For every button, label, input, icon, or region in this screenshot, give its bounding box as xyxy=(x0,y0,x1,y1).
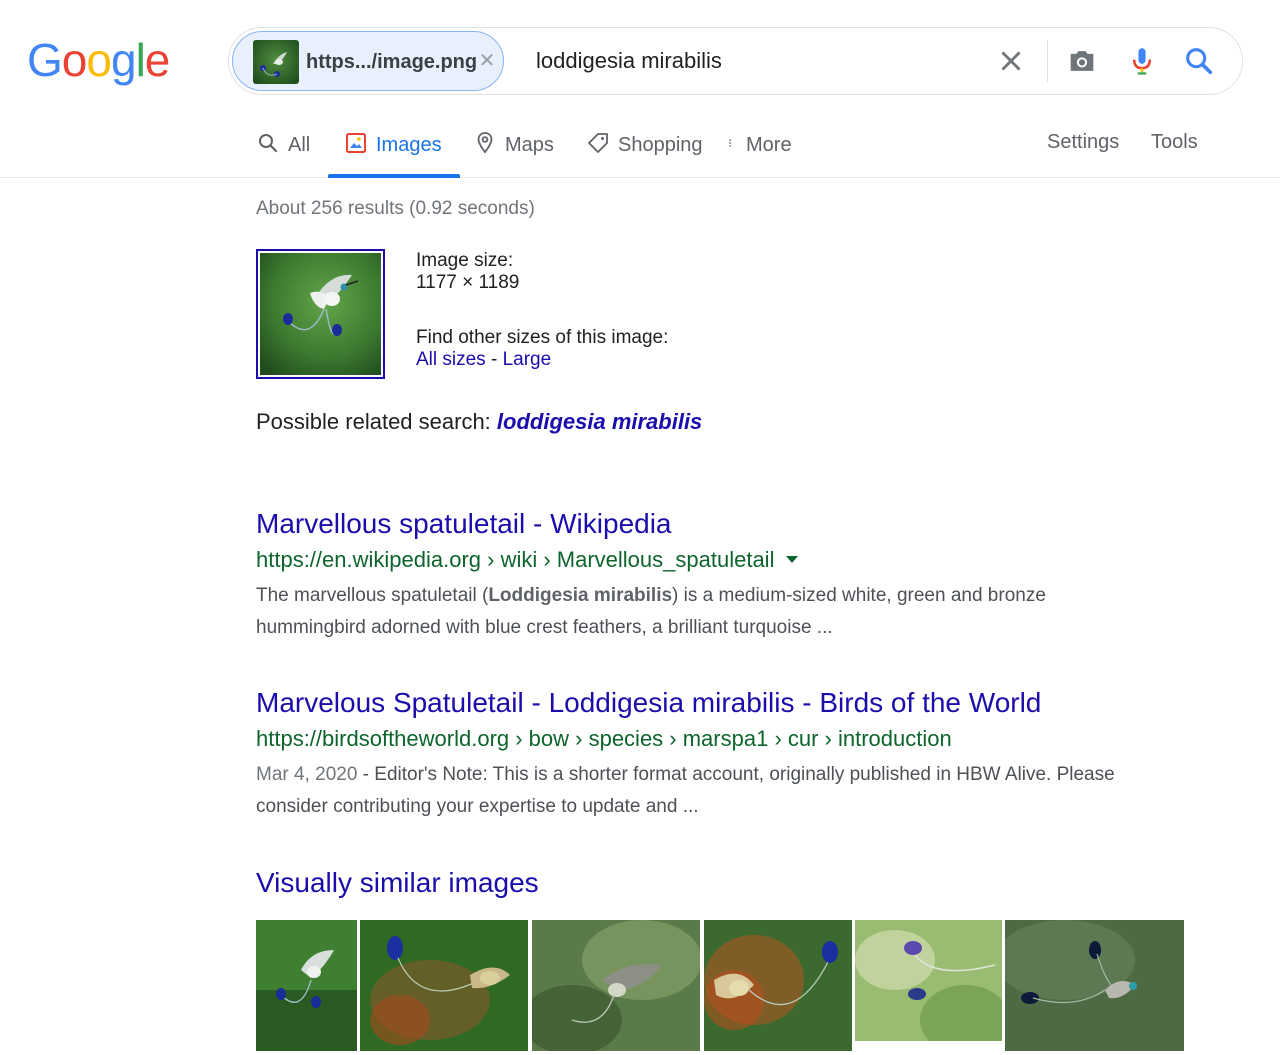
search-input[interactable] xyxy=(536,46,976,76)
camera-icon[interactable] xyxy=(1065,44,1099,78)
search-result: Marvellous spatuletail - Wikipedia https… xyxy=(256,507,1156,644)
all-sizes-link[interactable]: All sizes xyxy=(416,349,486,370)
large-size-link[interactable]: Large xyxy=(503,349,552,370)
result-stats: About 256 results (0.92 seconds) xyxy=(256,198,535,219)
tab-label: More xyxy=(746,134,792,156)
tab-images[interactable]: Images xyxy=(328,110,460,178)
result-date: Mar 4, 2020 xyxy=(256,764,358,785)
google-logo[interactable]: Google xyxy=(27,30,170,90)
related-search: Possible related search: loddigesia mira… xyxy=(256,409,702,435)
map-pin-icon xyxy=(477,132,493,154)
similar-image[interactable] xyxy=(256,920,357,1051)
result-title-link[interactable]: Marvelous Spatuletail - Loddigesia mirab… xyxy=(256,686,1156,720)
tools-link[interactable]: Tools xyxy=(1151,131,1198,154)
result-url: https://en.wikipedia.org › wiki › Marvel… xyxy=(256,546,1156,574)
chip-label: https.../image.png xyxy=(306,51,478,73)
search-tabs: All Images Maps Shopping More Settings T… xyxy=(0,110,1280,178)
dropdown-arrow-icon[interactable] xyxy=(786,556,799,563)
related-search-label: Possible related search: xyxy=(256,409,497,434)
similar-image[interactable] xyxy=(855,920,1002,1051)
tab-label: All xyxy=(288,134,311,156)
chip-close-icon[interactable]: ✕ xyxy=(477,51,497,71)
tab-maps[interactable]: Maps xyxy=(473,110,554,178)
microphone-icon[interactable] xyxy=(1125,44,1159,78)
similar-image[interactable] xyxy=(532,920,700,1051)
tab-label: Images xyxy=(376,134,442,156)
search-divider xyxy=(1047,40,1048,82)
tab-label: Shopping xyxy=(618,134,703,156)
clear-icon[interactable] xyxy=(994,44,1028,78)
similar-image[interactable] xyxy=(704,920,852,1051)
result-snippet: The marvellous spatuletail (Loddigesia m… xyxy=(256,580,1136,644)
query-image-thumbnail[interactable] xyxy=(256,249,385,379)
search-icon[interactable] xyxy=(1182,44,1216,78)
related-search-link[interactable]: loddigesia mirabilis xyxy=(497,409,702,434)
size-separator: - xyxy=(485,349,503,370)
tab-shopping[interactable]: Shopping xyxy=(586,110,703,178)
tag-icon xyxy=(588,133,608,153)
snippet-text: The marvellous spatuletail ( xyxy=(256,585,489,606)
result-url-text[interactable]: https://birdsoftheworld.org › bow › spec… xyxy=(256,726,952,751)
result-url: https://birdsoftheworld.org › bow › spec… xyxy=(256,725,1156,753)
image-size-label: Image size: xyxy=(416,250,514,271)
tab-more[interactable]: More xyxy=(728,110,792,178)
result-url-text[interactable]: https://en.wikipedia.org › wiki › Marvel… xyxy=(256,547,774,572)
snippet-highlight: Loddigesia mirabilis xyxy=(488,585,673,606)
settings-link[interactable]: Settings xyxy=(1047,131,1119,154)
result-title-link[interactable]: Marvellous spatuletail - Wikipedia xyxy=(256,507,1156,541)
tab-all[interactable]: All xyxy=(256,110,310,178)
visually-similar-title-link[interactable]: Visually similar images xyxy=(256,867,539,899)
image-size-value: 1177 × 1189 xyxy=(416,272,520,293)
search-box: https.../image.png ✕ xyxy=(228,27,1243,95)
similar-images-strip xyxy=(256,920,1186,1051)
image-icon xyxy=(346,133,366,153)
more-vert-icon xyxy=(729,139,731,147)
result-snippet: Mar 4, 2020 - Editor's Note: This is a s… xyxy=(256,759,1136,823)
header: Google https.../image.png ✕ loddigesia m… xyxy=(0,0,1280,178)
similar-image[interactable] xyxy=(360,920,528,1051)
tab-label: Maps xyxy=(505,134,554,156)
similar-image[interactable] xyxy=(1005,920,1184,1051)
chip-thumbnail xyxy=(253,40,299,84)
image-search-chip[interactable]: https.../image.png ✕ xyxy=(232,31,504,91)
search-icon xyxy=(259,134,278,153)
hummingbird-image xyxy=(260,253,381,375)
size-links: All sizes - Large xyxy=(416,349,551,371)
snippet-text: - Editor's Note: This is a shorter forma… xyxy=(256,764,1115,817)
find-other-sizes-label: Find other sizes of this image: xyxy=(416,327,669,348)
search-result: Marvelous Spatuletail - Loddigesia mirab… xyxy=(256,686,1156,823)
